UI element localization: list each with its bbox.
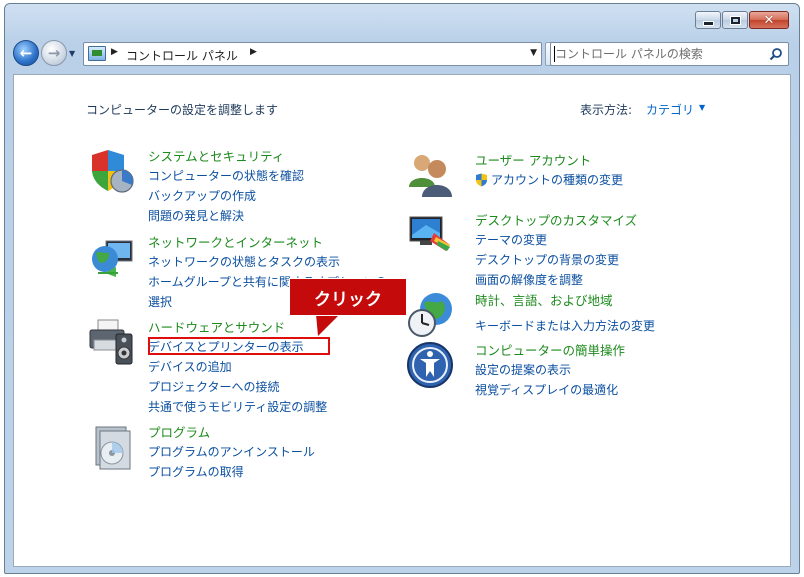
- link-optimize-display[interactable]: 視覚ディスプレイの最適化: [475, 380, 625, 400]
- view-by-dropdown[interactable]: カテゴリ: [646, 101, 694, 118]
- maximize-icon: [729, 15, 741, 25]
- programs-box-icon: [95, 426, 131, 470]
- back-button[interactable]: ←: [13, 40, 39, 66]
- link-uninstall-program[interactable]: プログラムのアンインストール: [148, 442, 315, 462]
- close-icon: ✕: [763, 12, 775, 28]
- security-shield-icon: [92, 150, 134, 193]
- control-panel-window: ✕ ← → ▼ ▶ コントロール パネル ▶ ▼ ⟲ コンピューターの設定を調整…: [4, 3, 800, 574]
- title-bar[interactable]: ✕: [5, 4, 799, 34]
- view-by-label: 表示方法:: [580, 103, 633, 117]
- link-change-background[interactable]: デスクトップの背景の変更: [475, 250, 637, 270]
- link-check-computer-status[interactable]: コンピューターの状態を確認: [148, 166, 304, 186]
- category-title-appearance[interactable]: デスクトップのカスタマイズ: [475, 211, 637, 230]
- search-input[interactable]: [555, 45, 760, 63]
- uac-shield-icon: [476, 173, 487, 187]
- category-text: コンピューターの簡単操作 設定の提案の表示 視覚ディスプレイの最適化: [475, 341, 625, 400]
- close-button[interactable]: ✕: [749, 11, 789, 29]
- link-label: アカウントの種類の変更: [491, 173, 624, 187]
- category-title-network[interactable]: ネットワークとインターネット: [148, 233, 387, 252]
- link-change-account-type[interactable]: アカウントの種類の変更: [475, 170, 623, 190]
- category-title-clock[interactable]: 時計、言語、および地域: [475, 291, 655, 310]
- link-change-keyboard[interactable]: キーボードまたは入力方法の変更: [475, 316, 655, 336]
- category-title-ease[interactable]: コンピューターの簡単操作: [475, 341, 625, 360]
- maximize-button[interactable]: [722, 11, 748, 29]
- category-title-programs[interactable]: プログラム: [148, 423, 315, 442]
- link-network-status[interactable]: ネットワークの状態とタスクの表示: [148, 252, 387, 272]
- clock-globe-icon: [408, 293, 452, 337]
- network-globe-icon: [92, 240, 133, 277]
- desktop-personalize-icon: [409, 216, 450, 251]
- category-title-hardware[interactable]: ハードウェアとサウンド: [148, 318, 327, 337]
- category-text: 時計、言語、および地域 キーボードまたは入力方法の変更: [475, 291, 655, 336]
- address-dropdown-icon[interactable]: ▼: [530, 48, 537, 58]
- content-pane: コンピューターの設定を調整します 表示方法: カテゴリ ▼ システムとセキュリテ…: [13, 74, 791, 567]
- search-box[interactable]: [550, 42, 789, 66]
- category-title-system[interactable]: システムとセキュリティ: [148, 147, 304, 166]
- printer-speaker-icon: [89, 319, 133, 365]
- arrow-right-icon: →: [47, 44, 61, 62]
- link-troubleshoot[interactable]: 問題の発見と解決: [148, 206, 304, 226]
- chevron-down-icon[interactable]: ▼: [699, 103, 705, 112]
- navigation-bar: ← → ▼ ▶ コントロール パネル ▶ ▼ ⟲: [5, 34, 799, 74]
- forward-button[interactable]: →: [41, 40, 67, 66]
- chevron-down-icon: ▼: [69, 49, 76, 58]
- breadcrumb-arrow-icon[interactable]: ▶: [250, 47, 257, 57]
- category-text: デスクトップのカスタマイズ テーマの変更 デスクトップの背景の変更 画面の解像度…: [475, 211, 637, 290]
- link-get-programs[interactable]: プログラムの取得: [148, 462, 315, 482]
- link-add-device[interactable]: デバイスの追加: [148, 357, 327, 377]
- category-text: プログラム プログラムのアンインストール プログラムの取得: [148, 423, 315, 482]
- control-panel-icon: [88, 46, 106, 61]
- search-icon[interactable]: [769, 47, 783, 61]
- link-get-recommendations[interactable]: 設定の提案の表示: [475, 360, 625, 380]
- page-title: コンピューターの設定を調整します: [86, 103, 279, 117]
- click-callout: クリック: [290, 279, 406, 315]
- caption-buttons: ✕: [694, 11, 789, 29]
- category-text: システムとセキュリティ コンピューターの状態を確認 バックアップの作成 問題の発…: [148, 147, 304, 226]
- arrow-left-icon: ←: [19, 44, 33, 62]
- highlight-box: [148, 337, 330, 355]
- address-bar[interactable]: ▶ コントロール パネル ▶ ▼: [83, 42, 542, 66]
- category-text: ハードウェアとサウンド デバイスとプリンターの表示 デバイスの追加 プロジェクタ…: [148, 318, 327, 417]
- minimize-button[interactable]: [695, 11, 721, 29]
- link-change-theme[interactable]: テーマの変更: [475, 230, 637, 250]
- category-title-users[interactable]: ユーザー アカウント: [475, 151, 623, 170]
- link-mobility-settings[interactable]: 共通で使うモビリティ設定の調整: [148, 397, 327, 417]
- link-adjust-resolution[interactable]: 画面の解像度を調整: [475, 270, 637, 290]
- link-create-backup[interactable]: バックアップの作成: [148, 186, 304, 206]
- breadcrumb-arrow-icon[interactable]: ▶: [111, 47, 118, 57]
- link-connect-projector[interactable]: プロジェクターへの接続: [148, 377, 327, 397]
- recent-pages-dropdown[interactable]: ▼: [69, 49, 75, 58]
- breadcrumb-control-panel[interactable]: コントロール パネル: [126, 47, 238, 64]
- users-icon: [409, 155, 452, 197]
- ease-of-access-icon: [407, 342, 453, 388]
- category-text: ユーザー アカウント アカウントの種類の変更: [475, 151, 623, 190]
- minimize-icon: [702, 20, 714, 26]
